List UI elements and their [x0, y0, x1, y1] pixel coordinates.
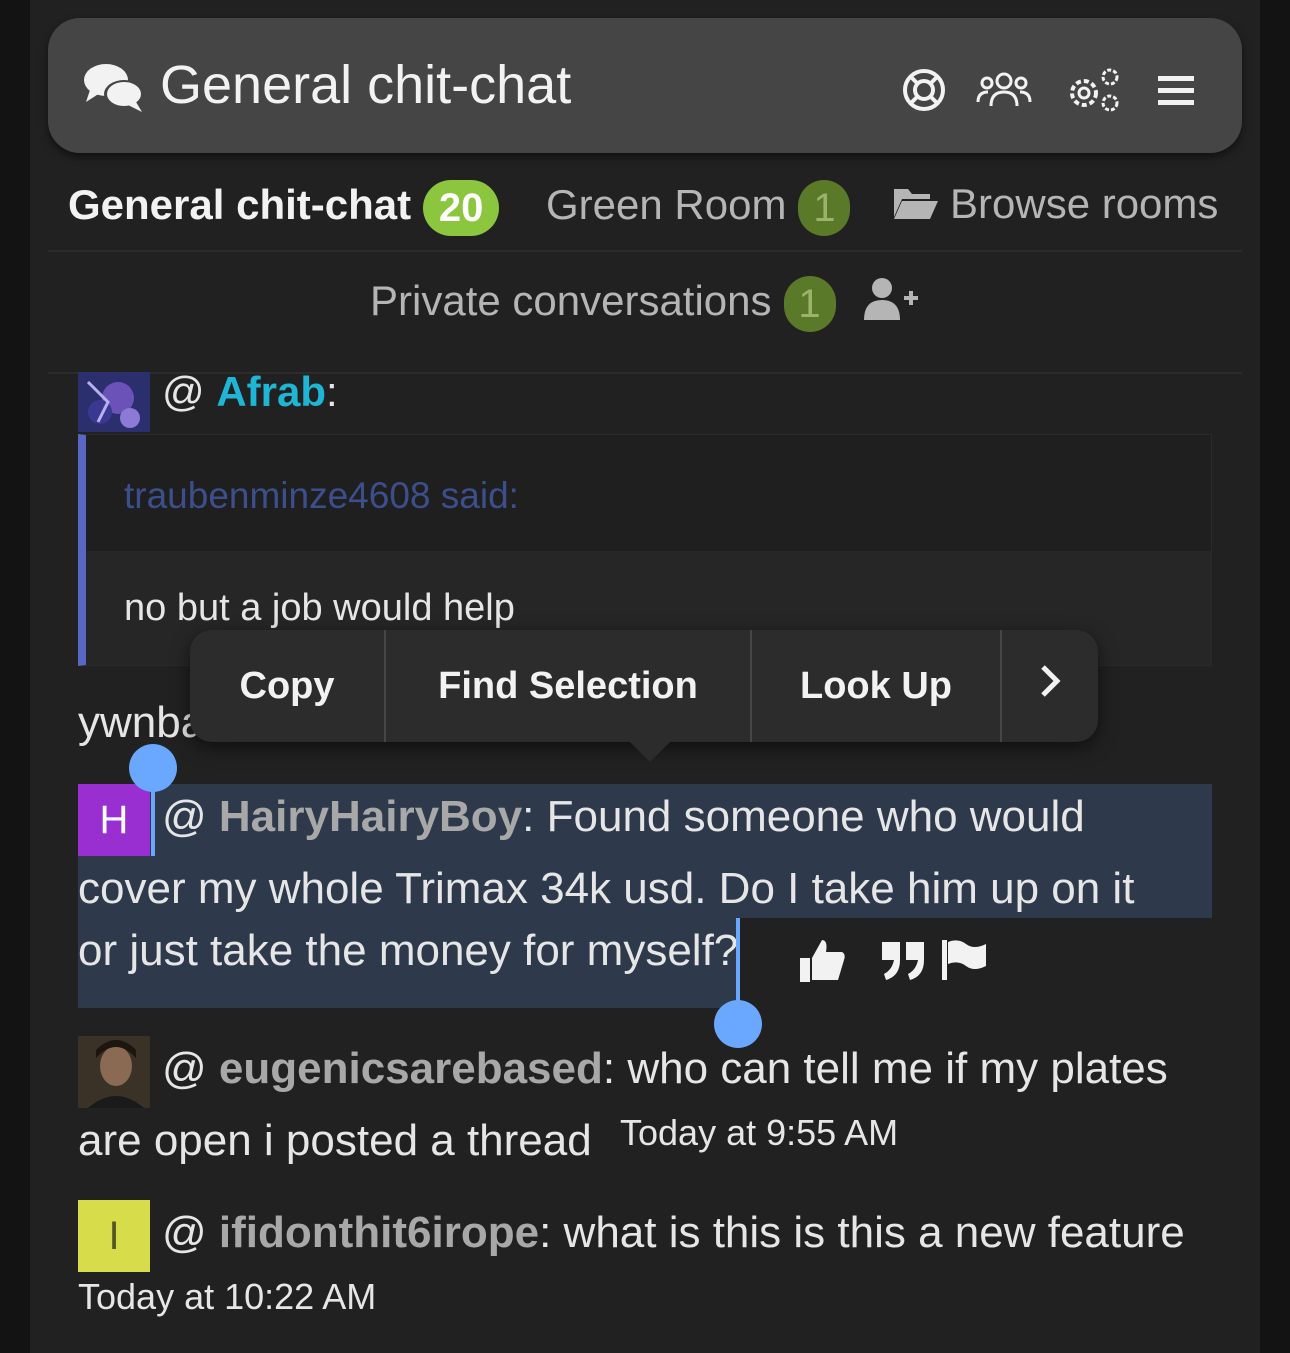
room-title: General chit-chat [160, 55, 572, 115]
quote-icon [880, 942, 928, 986]
message-line: : who can tell me if my plates [602, 1044, 1168, 1093]
tab-label: General chit-chat [68, 181, 412, 229]
tab-general-chit-chat[interactable]: General chit-chat 20 [68, 180, 500, 236]
message-header: @ Afrab: [162, 368, 338, 416]
thumbs-up-icon [798, 940, 846, 988]
message-timestamp: Today at 10:22 AM [78, 1276, 377, 1317]
quote-text: no but a job would help [124, 587, 515, 629]
avatar[interactable]: I [78, 1200, 150, 1272]
private-conversations-link[interactable]: Private conversations 1 [370, 276, 836, 332]
lifebuoy-icon [901, 67, 947, 118]
quote-button[interactable] [880, 940, 928, 987]
chevron-right-icon [1039, 664, 1061, 708]
username-link[interactable]: eugenicsarebased [219, 1044, 603, 1093]
find-selection-menu-item[interactable]: Find Selection [386, 630, 750, 742]
add-user-icon [864, 278, 920, 326]
help-button[interactable] [894, 66, 954, 118]
message-line: are open i posted a thread [78, 1116, 592, 1165]
settings-icon [1066, 67, 1122, 118]
username-colon: : [326, 368, 338, 415]
chat-header: General chit-chat [48, 18, 1242, 153]
message-line: or just take the money for myself? [78, 926, 739, 975]
menu-icon [1156, 72, 1196, 113]
divider [48, 250, 1242, 252]
unread-badge: 1 [798, 180, 851, 236]
unread-badge: 20 [423, 180, 500, 236]
username-link[interactable]: ifidonthit6irope [219, 1208, 539, 1257]
message-text: @ eugenicsarebased: who can tell me if m… [162, 1044, 1168, 1094]
mention-prefix: @ [162, 368, 205, 415]
selection-end-handle[interactable] [736, 918, 740, 1010]
quote-attribution-link[interactable]: traubenminze4608 said: [124, 475, 519, 517]
chat-bubbles-icon [82, 60, 146, 121]
username-link[interactable]: Afrab [216, 368, 326, 415]
users-icon [976, 70, 1032, 115]
selection-start-knob[interactable] [129, 744, 177, 792]
message-timestamp: Today at 9:55 AM [620, 1112, 899, 1153]
text-context-menu: Copy Find Selection Look Up [190, 630, 1098, 742]
report-button[interactable] [940, 938, 988, 987]
mention-prefix: @ [162, 1208, 207, 1257]
folder-open-icon [892, 183, 940, 231]
avatar[interactable] [78, 372, 150, 432]
flag-icon [940, 940, 988, 986]
message-text: ywnba [78, 698, 206, 747]
start-conversation-button[interactable] [864, 276, 920, 327]
tab-label: Browse rooms [950, 180, 1219, 227]
message-line: : what is this is this a new feature [539, 1208, 1185, 1257]
selection-end-knob[interactable] [714, 1000, 762, 1048]
tab-label: Private conversations [370, 277, 772, 325]
message-text: @ HairyHairyBoy: Found someone who would [162, 792, 1085, 842]
tab-label: Green Room [546, 181, 787, 229]
like-button[interactable] [798, 936, 846, 989]
more-menu-button[interactable] [1002, 630, 1098, 742]
mention-prefix: @ [162, 792, 207, 841]
avatar-initial: I [78, 1200, 150, 1272]
menu-button[interactable] [1146, 66, 1206, 118]
message-line: cover my whole Trimax 34k usd. Do I take… [78, 864, 1135, 913]
message-text: @ ifidonthit6irope: what is this is this… [162, 1208, 1185, 1258]
copy-menu-item[interactable]: Copy [190, 630, 384, 742]
avatar[interactable]: H [78, 784, 150, 856]
message-line: : Found someone who would [522, 792, 1085, 841]
quote-header: traubenminze4608 said: [86, 435, 1211, 551]
avatar[interactable] [78, 1036, 150, 1108]
context-menu-pointer [628, 740, 672, 762]
look-up-menu-item[interactable]: Look Up [752, 630, 1000, 742]
username-link[interactable]: HairyHairyBoy [219, 792, 522, 841]
settings-button[interactable] [1064, 66, 1124, 118]
tab-green-room[interactable]: Green Room 1 [546, 180, 851, 236]
mention-prefix: @ [162, 1044, 207, 1093]
members-button[interactable] [974, 66, 1034, 118]
browse-rooms-link[interactable]: Browse rooms [892, 180, 1218, 231]
unread-badge: 1 [783, 276, 836, 332]
avatar-initial: H [78, 784, 150, 856]
